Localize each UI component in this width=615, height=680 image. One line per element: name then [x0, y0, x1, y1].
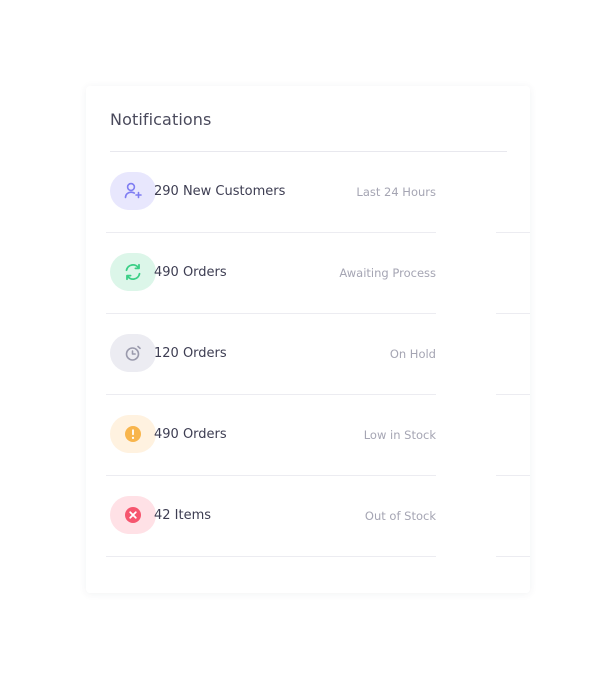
notification-title: 120 Orders — [154, 346, 227, 361]
list-item[interactable]: 490 Orders Low in Stock — [86, 395, 530, 476]
list-item[interactable]: 120 Orders On Hold — [86, 314, 530, 395]
notification-title: 42 Items — [154, 508, 212, 523]
alert-icon — [123, 424, 143, 444]
list-item[interactable]: 290 New Customers Last 24 Hours — [86, 152, 530, 233]
timer-icon — [123, 343, 143, 363]
notification-title: 490 Orders — [154, 427, 227, 442]
list-item[interactable]: 42 Items Out of Stock — [86, 476, 530, 557]
notification-meta: Low in Stock — [363, 428, 436, 442]
user-add-icon — [123, 181, 143, 201]
close-circle-icon — [123, 505, 143, 525]
notifications-card: Notifications 290 New Customers Last 24 … — [86, 86, 530, 593]
notification-meta: Awaiting Process — [339, 266, 436, 280]
card-title: Notifications — [110, 110, 212, 129]
icon-badge — [110, 496, 156, 534]
refresh-icon — [123, 262, 143, 282]
list-item[interactable]: 490 Orders Awaiting Process — [86, 233, 530, 314]
icon-badge — [110, 334, 156, 372]
row-divider — [106, 556, 436, 557]
notification-meta: Last 24 Hours — [356, 185, 436, 199]
notification-meta: Out of Stock — [364, 509, 436, 523]
notification-title: 490 Orders — [154, 265, 227, 280]
row-divider — [496, 556, 530, 557]
icon-badge — [110, 253, 156, 291]
notification-meta: On Hold — [389, 347, 436, 361]
notification-list: 290 New Customers Last 24 Hours 490 Orde… — [86, 152, 530, 557]
notification-title: 290 New Customers — [154, 184, 286, 199]
icon-badge — [110, 415, 156, 453]
icon-badge — [110, 172, 156, 210]
